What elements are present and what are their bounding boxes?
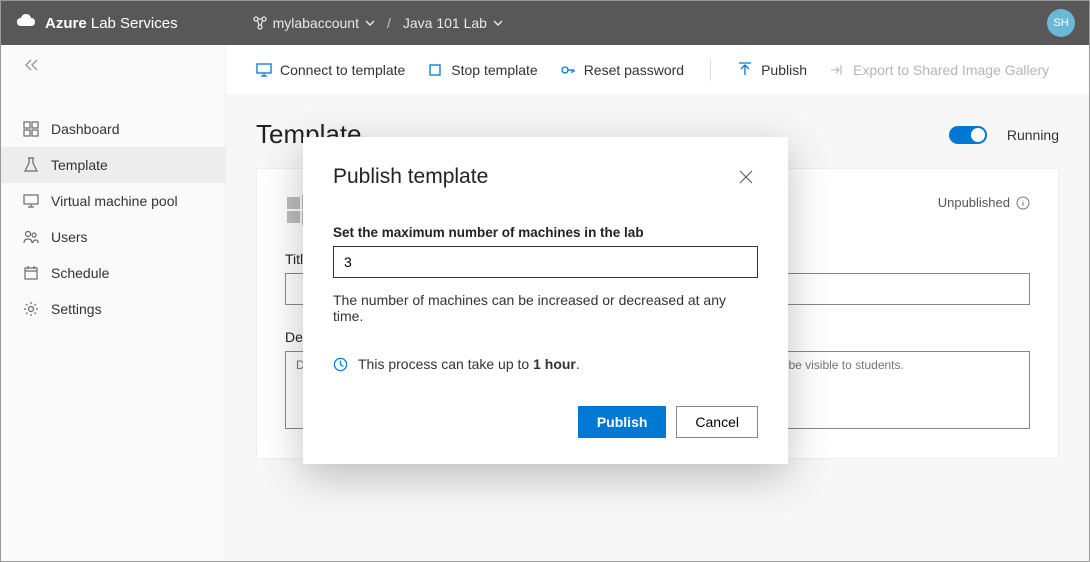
brand: Azure Lab Services: [15, 14, 178, 32]
cancel-button[interactable]: Cancel: [676, 406, 758, 438]
modal-title: Publish template: [333, 165, 734, 189]
app-header: Azure Lab Services mylabaccount / Java 1…: [1, 1, 1089, 45]
azure-logo-icon: [15, 14, 37, 32]
duration-info: This process can take up to 1 hour.: [333, 356, 758, 372]
close-button[interactable]: [734, 165, 758, 189]
network-icon: [253, 16, 267, 30]
publish-button[interactable]: Publish: [578, 406, 667, 438]
chevron-down-icon: [365, 18, 375, 28]
max-machines-hint: The number of machines can be increased …: [333, 292, 758, 324]
max-machines-label: Set the maximum number of machines in th…: [333, 225, 758, 240]
clock-icon: [333, 357, 348, 372]
avatar[interactable]: SH: [1047, 9, 1075, 37]
breadcrumb-lab[interactable]: Java 101 Lab: [403, 15, 503, 31]
brand-bold: Azure: [45, 15, 87, 32]
breadcrumb-account-label: mylabaccount: [273, 15, 359, 31]
breadcrumb-sep: /: [387, 15, 391, 31]
close-icon: [739, 170, 753, 184]
max-machines-input[interactable]: [333, 246, 758, 278]
breadcrumb: mylabaccount / Java 101 Lab: [253, 15, 503, 31]
breadcrumb-account[interactable]: mylabaccount: [253, 15, 375, 31]
publish-modal: Publish template Set the maximum number …: [303, 137, 788, 464]
chevron-down-icon: [493, 18, 503, 28]
breadcrumb-lab-label: Java 101 Lab: [403, 15, 487, 31]
brand-rest: Lab Services: [91, 15, 178, 32]
